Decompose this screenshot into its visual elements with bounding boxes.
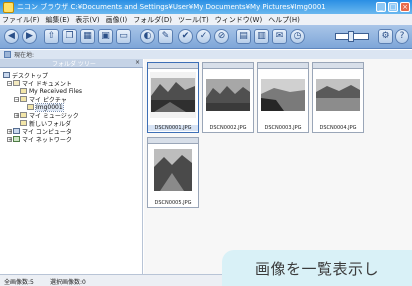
folder-tree-title: フォルダ ツリー bbox=[52, 61, 96, 68]
photo-mountains bbox=[205, 72, 251, 118]
folder-icon bbox=[20, 120, 27, 126]
toolbar: ◀ ▶ ⇧ ❐ ▦ ▣ ▭ ◐ ✎ ✔ ✓ ⊘ ▤ ▥ ✉ ◷ ⚙ ? bbox=[0, 25, 412, 49]
thumbnail-item[interactable]: DSCN0004.JPG bbox=[312, 62, 364, 133]
thumbnail-filename: DSCN0005.JPG bbox=[154, 200, 192, 206]
collapse-icon[interactable]: − bbox=[14, 96, 19, 102]
desktop-icon bbox=[3, 72, 10, 78]
edit-icon[interactable]: ✎ bbox=[158, 29, 173, 44]
thumbnail-filename: DSCN0003.JPG bbox=[264, 125, 302, 131]
address-bar: 現在地: bbox=[0, 50, 412, 59]
menu-window[interactable]: ウィンドウ(W) bbox=[215, 15, 262, 25]
collapse-icon[interactable]: − bbox=[7, 80, 12, 86]
thumbnail-filename: DSCN0004.JPG bbox=[319, 125, 357, 131]
caption-text: 画像を一覧表示し bbox=[254, 259, 379, 278]
tree-item-label: My Received Files bbox=[29, 87, 83, 95]
photo-valley bbox=[150, 147, 196, 193]
delete-icon[interactable]: ⊘ bbox=[214, 29, 229, 44]
rotate-icon[interactable]: ◐ bbox=[140, 29, 155, 44]
tree-item-label: Img0001 bbox=[35, 102, 64, 112]
thumbnail-item[interactable]: DSCN0003.JPG bbox=[257, 62, 309, 133]
menu-bar: ファイル(F) 編集(E) 表示(V) 画像(I) フォルダ(D) ツール(T)… bbox=[0, 14, 412, 25]
app-icon bbox=[3, 1, 14, 13]
thumbnail-filename: DSCN0001.JPG bbox=[148, 125, 198, 131]
folder-icon bbox=[20, 88, 27, 94]
thumbnail-filename: DSCN0002.JPG bbox=[209, 125, 247, 131]
menu-help[interactable]: ヘルプ(H) bbox=[268, 15, 300, 25]
menu-tools[interactable]: ツール(T) bbox=[178, 15, 209, 25]
caption-overlay: 画像を一覧表示し bbox=[222, 250, 412, 286]
photo-coast bbox=[260, 72, 306, 118]
folder-icon bbox=[13, 80, 20, 86]
back-icon[interactable]: ◀ bbox=[4, 29, 19, 44]
preview-view-icon[interactable]: ▣ bbox=[98, 29, 113, 44]
expand-icon[interactable]: + bbox=[7, 128, 12, 134]
thumbnail-header bbox=[148, 138, 198, 144]
print-icon[interactable]: ▤ bbox=[236, 29, 251, 44]
maximize-button[interactable]: □ bbox=[388, 2, 398, 12]
menu-view[interactable]: 表示(V) bbox=[75, 15, 99, 25]
menu-image[interactable]: 画像(I) bbox=[106, 15, 128, 25]
display-mode-icon[interactable]: ▭ bbox=[116, 29, 131, 44]
close-button[interactable]: × bbox=[400, 2, 410, 12]
tree-item-my-network[interactable]: + マイ ネットワーク bbox=[7, 135, 72, 144]
tree-item-my-pictures[interactable]: − マイ ピクチャ bbox=[14, 95, 67, 104]
settings-icon[interactable]: ⚙ bbox=[378, 29, 393, 44]
forward-icon[interactable]: ▶ bbox=[22, 29, 37, 44]
minimize-button[interactable]: _ bbox=[376, 2, 386, 12]
address-label: 現在地: bbox=[14, 52, 35, 59]
confirm-icon[interactable]: ✓ bbox=[196, 29, 211, 44]
network-icon bbox=[13, 136, 20, 142]
thumbnail-item[interactable]: DSCN0002.JPG bbox=[202, 62, 254, 133]
location-icon bbox=[4, 51, 11, 58]
thumbnail-item[interactable]: DSCN0001.JPG bbox=[147, 62, 199, 133]
copy-icon[interactable]: ❐ bbox=[62, 29, 77, 44]
clock-icon[interactable]: ◷ bbox=[290, 29, 305, 44]
thumbnail-header bbox=[258, 63, 308, 69]
folder-icon bbox=[20, 112, 27, 118]
thumbnail-header bbox=[313, 63, 363, 69]
help-icon[interactable]: ? bbox=[395, 29, 409, 44]
expand-icon[interactable]: + bbox=[14, 112, 19, 118]
thumbnail-area: DSCN0001.JPG DSCN0002.JPG DSCN0003.JPG D… bbox=[144, 59, 412, 274]
thumbnail-size-slider[interactable] bbox=[335, 31, 369, 42]
thumbnail-header bbox=[203, 63, 253, 69]
check-icon[interactable]: ✔ bbox=[178, 29, 193, 44]
photo-mountain-lake bbox=[150, 72, 196, 118]
expand-icon[interactable]: + bbox=[7, 136, 12, 142]
tree-item-label: マイ ネットワーク bbox=[22, 136, 72, 144]
menu-folder[interactable]: フォルダ(D) bbox=[133, 15, 172, 25]
photo-lake bbox=[315, 72, 361, 118]
window-title: ニコン ブラウザ C:¥Documents and Settings¥User¥… bbox=[17, 3, 326, 11]
folder-icon bbox=[20, 96, 27, 102]
thumbnail-item[interactable]: DSCN0005.JPG bbox=[147, 137, 199, 208]
menu-edit[interactable]: 編集(E) bbox=[46, 15, 70, 25]
slideshow-icon[interactable]: ▥ bbox=[254, 29, 269, 44]
slider-thumb[interactable] bbox=[348, 31, 354, 42]
folder-tree-close-button[interactable]: × bbox=[135, 59, 140, 66]
menu-file[interactable]: ファイル(F) bbox=[2, 15, 40, 25]
folder-tree-header: フォルダ ツリー × bbox=[0, 59, 143, 68]
folder-up-icon[interactable]: ⇧ bbox=[44, 29, 59, 44]
folder-tree-panel: フォルダ ツリー × デスクトップ − マイ ドキュメント My Receive… bbox=[0, 59, 143, 274]
thumbnail-header bbox=[148, 63, 198, 69]
selected-images-count: 選択画像数:0 bbox=[50, 279, 86, 286]
total-images-count: 全画像数:5 bbox=[4, 279, 34, 286]
thumbnail-view-icon[interactable]: ▦ bbox=[80, 29, 95, 44]
computer-icon bbox=[13, 128, 20, 134]
folder-open-icon bbox=[27, 104, 34, 110]
title-bar: ニコン ブラウザ C:¥Documents and Settings¥User¥… bbox=[0, 0, 412, 14]
tree-item-my-documents[interactable]: − マイ ドキュメント bbox=[7, 79, 72, 88]
mail-icon[interactable]: ✉ bbox=[272, 29, 287, 44]
